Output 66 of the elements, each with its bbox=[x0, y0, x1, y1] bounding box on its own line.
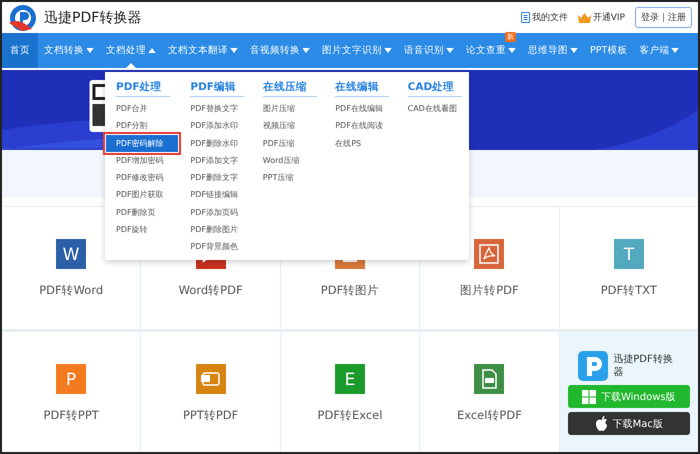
register-link[interactable]: 注册 bbox=[668, 11, 686, 24]
menu-item[interactable]: PDF背景颜色 bbox=[190, 238, 252, 256]
menu-item[interactable]: PDF修改密码 bbox=[116, 169, 180, 186]
menu-item[interactable]: PDF增加密码 bbox=[116, 152, 180, 170]
menu-item[interactable]: PDF添加页码 bbox=[190, 204, 252, 222]
app-logo-icon bbox=[578, 351, 608, 381]
menu-item[interactable]: PDF压缩 bbox=[262, 134, 324, 152]
menu-item[interactable]: PDF旋转 bbox=[116, 221, 180, 238]
menu-heading: PDF编辑 bbox=[190, 80, 244, 97]
login-link[interactable]: 登录 bbox=[641, 11, 659, 24]
menu-item[interactable]: PDF合并 bbox=[116, 100, 180, 118]
nav-item[interactable]: 文档转换 bbox=[38, 33, 100, 68]
tool-label: Excel转PDF bbox=[456, 408, 522, 422]
menu-item[interactable]: CAD在线看图 bbox=[408, 100, 470, 118]
nav-item[interactable]: 音视频转换 bbox=[244, 33, 316, 68]
menu-heading: PDF处理 bbox=[116, 80, 170, 97]
windows-icon bbox=[582, 390, 596, 404]
menu-item[interactable]: Word压缩 bbox=[262, 152, 324, 170]
nav-item[interactable]: 首页 bbox=[2, 33, 38, 68]
menu-item[interactable]: PDF链接编辑 bbox=[190, 186, 252, 204]
menu-item[interactable]: PDF在线编辑 bbox=[335, 100, 397, 118]
letter-icon: E bbox=[334, 364, 365, 394]
tool-label: Word转PDF bbox=[178, 282, 243, 298]
menu-item[interactable]: PPT压缩 bbox=[262, 169, 324, 186]
tool-label: PDF转PPT bbox=[44, 408, 99, 422]
menu-item[interactable]: PDF在线阅读 bbox=[335, 117, 397, 135]
tool-label: PPT转PDF bbox=[182, 408, 238, 422]
menu-item[interactable]: PDF删除页 bbox=[116, 204, 180, 222]
nav-item[interactable]: 客户端 bbox=[633, 33, 686, 68]
brand-name[interactable]: 迅捷PDF转换器 bbox=[44, 8, 142, 26]
menu-item[interactable]: PDF图片获取 bbox=[116, 186, 180, 204]
app-name: 迅捷PDF转换器 bbox=[613, 353, 674, 379]
header-link[interactable]: 我的文件 bbox=[520, 11, 568, 24]
nav-item[interactable]: 思维导图 bbox=[522, 33, 584, 68]
menu-heading: CAD处理 bbox=[408, 80, 462, 97]
letter-icon: W bbox=[56, 238, 86, 268]
menu-item[interactable]: 视频压缩 bbox=[262, 117, 324, 135]
header-link[interactable]: 开通VIP bbox=[578, 11, 625, 24]
nav-item[interactable]: 图片文字识别 bbox=[316, 33, 398, 68]
download-button[interactable]: 下载Mac版 bbox=[568, 412, 690, 435]
letter-icon: P bbox=[56, 364, 86, 394]
menu-item[interactable]: PDF密码解除 bbox=[106, 134, 178, 152]
menu-heading: 在线压缩 bbox=[262, 80, 317, 97]
nav-item[interactable]: PPT模板 bbox=[584, 33, 634, 68]
tool-label: PDF转Word bbox=[39, 282, 104, 298]
tool-label: 图片转PDF bbox=[460, 282, 519, 298]
letter-icon: T bbox=[614, 238, 644, 268]
nav-item[interactable]: 语音识别 bbox=[398, 33, 460, 68]
logo-icon bbox=[8, 2, 38, 32]
apple-icon bbox=[594, 416, 608, 431]
tool-label: PDF转TXT bbox=[600, 282, 657, 298]
menu-item[interactable]: PDF删除文字 bbox=[190, 169, 252, 186]
crown-icon bbox=[578, 12, 591, 22]
menu-item[interactable]: PDF添加文字 bbox=[190, 152, 252, 170]
menu-item[interactable]: PDF添加水印 bbox=[190, 117, 252, 135]
menu-heading: 在线编辑 bbox=[335, 80, 390, 97]
tool-label: PDF转图片 bbox=[320, 282, 380, 298]
menu-item[interactable]: 在线PS bbox=[335, 134, 397, 152]
document-icon bbox=[520, 12, 530, 23]
menu-item[interactable]: PDF删除水印 bbox=[190, 134, 252, 152]
menu-item[interactable]: 图片压缩 bbox=[262, 100, 324, 118]
menu-item[interactable]: PDF分割 bbox=[116, 117, 180, 135]
menu-item[interactable]: PDF删除图片 bbox=[190, 221, 252, 238]
menu-item[interactable]: PDF替换文字 bbox=[190, 100, 252, 118]
nav-item[interactable]: 文档文本翻译 bbox=[162, 33, 244, 68]
tool-label: PDF转Excel bbox=[318, 408, 382, 422]
